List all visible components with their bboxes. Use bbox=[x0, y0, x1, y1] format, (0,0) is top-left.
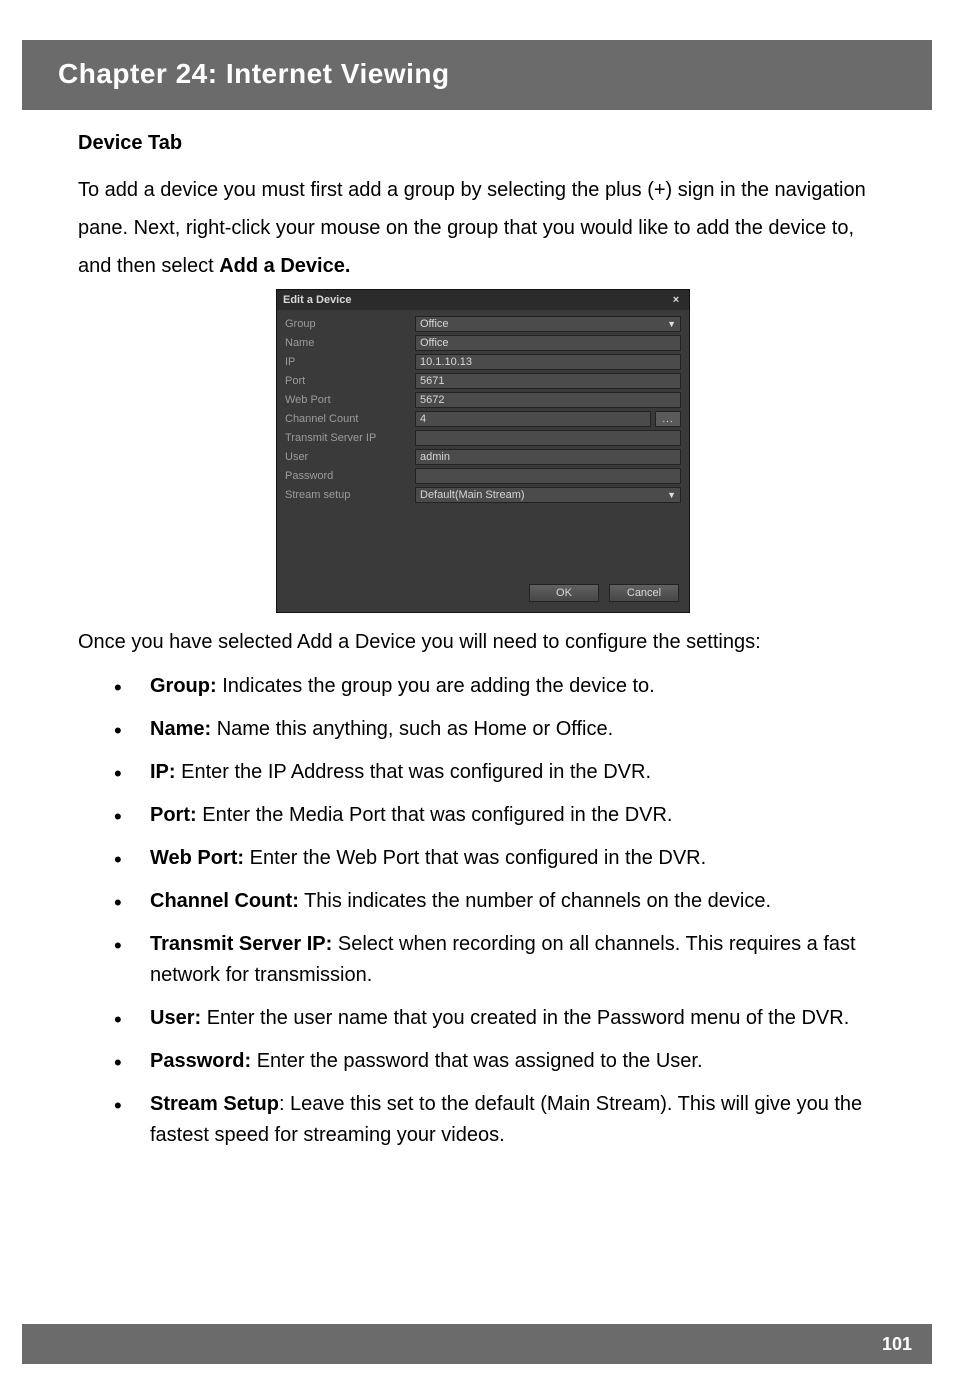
user-input[interactable]: admin bbox=[415, 449, 681, 465]
dialog-title-text: Edit a Device bbox=[283, 294, 351, 306]
ip-value: 10.1.10.13 bbox=[420, 354, 472, 370]
group-select[interactable]: Office ▼ bbox=[415, 316, 681, 332]
dialog-screenshot: Edit a Device × Group Office ▼ Name bbox=[78, 289, 888, 613]
content: Device Tab To add a device you must firs… bbox=[0, 110, 954, 1151]
row-channelcount: Channel Count 4 ... bbox=[285, 411, 681, 427]
label-password: Password bbox=[285, 470, 415, 482]
label-ip: IP bbox=[285, 356, 415, 368]
row-tsip: Transmit Server IP bbox=[285, 430, 681, 446]
label-user: User bbox=[285, 451, 415, 463]
channelcount-input[interactable]: 4 bbox=[415, 411, 651, 427]
settings-list: Group: Indicates the group you are addin… bbox=[108, 671, 888, 1151]
ellipsis-icon: ... bbox=[662, 414, 673, 425]
list-item: Channel Count: This indicates the number… bbox=[108, 886, 888, 917]
bullet-text: Enter the Media Port that was configured… bbox=[197, 804, 673, 826]
page: Chapter 24: Internet Viewing Device Tab … bbox=[0, 40, 954, 1392]
intro-text: To add a device you must first add a gro… bbox=[78, 179, 866, 277]
port-input[interactable]: 5671 bbox=[415, 373, 681, 389]
bullet-text: Enter the password that was assigned to … bbox=[251, 1050, 702, 1072]
bullet-text: This indicates the number of channels on… bbox=[299, 890, 771, 912]
chapter-title: Chapter 24: Internet Viewing bbox=[58, 58, 918, 90]
list-item: Name: Name this anything, such as Home o… bbox=[108, 714, 888, 745]
chevron-down-icon: ▼ bbox=[667, 487, 676, 503]
cancel-label: Cancel bbox=[627, 587, 661, 599]
bullet-term: User: bbox=[150, 1007, 201, 1029]
list-item: Transmit Server IP: Select when recordin… bbox=[108, 929, 888, 991]
row-password: Password bbox=[285, 468, 681, 484]
password-input[interactable] bbox=[415, 468, 681, 484]
name-value: Office bbox=[420, 335, 449, 351]
bullet-term: Password: bbox=[150, 1050, 251, 1072]
bullet-text: Enter the user name that you created in … bbox=[201, 1007, 849, 1029]
list-item: Web Port: Enter the Web Port that was co… bbox=[108, 843, 888, 874]
bullet-term: Stream Setup bbox=[150, 1093, 279, 1115]
list-item: Stream Setup: Leave this set to the defa… bbox=[108, 1089, 888, 1151]
bullet-term: Transmit Server IP: bbox=[150, 933, 332, 955]
bullet-term: IP: bbox=[150, 761, 176, 783]
webport-value: 5672 bbox=[420, 392, 444, 408]
group-select-value: Office bbox=[420, 316, 449, 332]
name-input[interactable]: Office bbox=[415, 335, 681, 351]
dialog-footer: OK Cancel bbox=[277, 578, 689, 612]
bullet-text: Enter the IP Address that was configured… bbox=[176, 761, 651, 783]
bullet-term: Web Port: bbox=[150, 847, 244, 869]
intro-paragraph: To add a device you must first add a gro… bbox=[78, 171, 888, 285]
tsip-input[interactable] bbox=[415, 430, 681, 446]
dialog-spacer bbox=[285, 506, 681, 574]
bullet-term: Port: bbox=[150, 804, 197, 826]
list-item: Group: Indicates the group you are addin… bbox=[108, 671, 888, 702]
close-icon[interactable]: × bbox=[669, 293, 683, 307]
ip-input[interactable]: 10.1.10.13 bbox=[415, 354, 681, 370]
row-stream: Stream setup Default(Main Stream) ▼ bbox=[285, 487, 681, 503]
user-value: admin bbox=[420, 449, 450, 465]
row-user: User admin bbox=[285, 449, 681, 465]
intro-bold: Add a Device. bbox=[219, 255, 350, 277]
chapter-header: Chapter 24: Internet Viewing bbox=[22, 40, 932, 110]
bullet-term: Group: bbox=[150, 675, 217, 697]
row-group: Group Office ▼ bbox=[285, 316, 681, 332]
ok-button[interactable]: OK bbox=[529, 584, 599, 602]
cancel-button[interactable]: Cancel bbox=[609, 584, 679, 602]
bullet-text: Indicates the group you are adding the d… bbox=[217, 675, 655, 697]
ok-label: OK bbox=[556, 587, 572, 599]
label-tsip: Transmit Server IP bbox=[285, 432, 415, 444]
bullet-term: Name: bbox=[150, 718, 211, 740]
label-group: Group bbox=[285, 318, 415, 330]
edit-device-dialog: Edit a Device × Group Office ▼ Name bbox=[276, 289, 690, 613]
chevron-down-icon: ▼ bbox=[667, 316, 676, 332]
row-ip: IP 10.1.10.13 bbox=[285, 354, 681, 370]
bullet-text: Name this anything, such as Home or Offi… bbox=[211, 718, 613, 740]
channelcount-value: 4 bbox=[420, 411, 426, 427]
stream-select[interactable]: Default(Main Stream) ▼ bbox=[415, 487, 681, 503]
webport-input[interactable]: 5672 bbox=[415, 392, 681, 408]
footer: 101 bbox=[22, 1324, 932, 1364]
label-port: Port bbox=[285, 375, 415, 387]
page-number: 101 bbox=[882, 1334, 912, 1355]
label-stream: Stream setup bbox=[285, 489, 415, 501]
row-webport: Web Port 5672 bbox=[285, 392, 681, 408]
channelcount-browse-button[interactable]: ... bbox=[655, 411, 681, 427]
row-port: Port 5671 bbox=[285, 373, 681, 389]
bullet-term: Channel Count: bbox=[150, 890, 299, 912]
port-value: 5671 bbox=[420, 373, 444, 389]
list-item: IP: Enter the IP Address that was config… bbox=[108, 757, 888, 788]
row-name: Name Office bbox=[285, 335, 681, 351]
list-item: User: Enter the user name that you creat… bbox=[108, 1003, 888, 1034]
stream-value: Default(Main Stream) bbox=[420, 487, 525, 503]
dialog-titlebar: Edit a Device × bbox=[277, 290, 689, 310]
section-heading: Device Tab bbox=[78, 132, 888, 155]
label-webport: Web Port bbox=[285, 394, 415, 406]
list-item: Port: Enter the Media Port that was conf… bbox=[108, 800, 888, 831]
after-dialog-paragraph: Once you have selected Add a Device you … bbox=[78, 623, 888, 661]
label-name: Name bbox=[285, 337, 415, 349]
bullet-text: Enter the Web Port that was configured i… bbox=[244, 847, 706, 869]
label-channelcount: Channel Count bbox=[285, 413, 415, 425]
list-item: Password: Enter the password that was as… bbox=[108, 1046, 888, 1077]
dialog-body: Group Office ▼ Name Office IP bbox=[277, 310, 689, 578]
